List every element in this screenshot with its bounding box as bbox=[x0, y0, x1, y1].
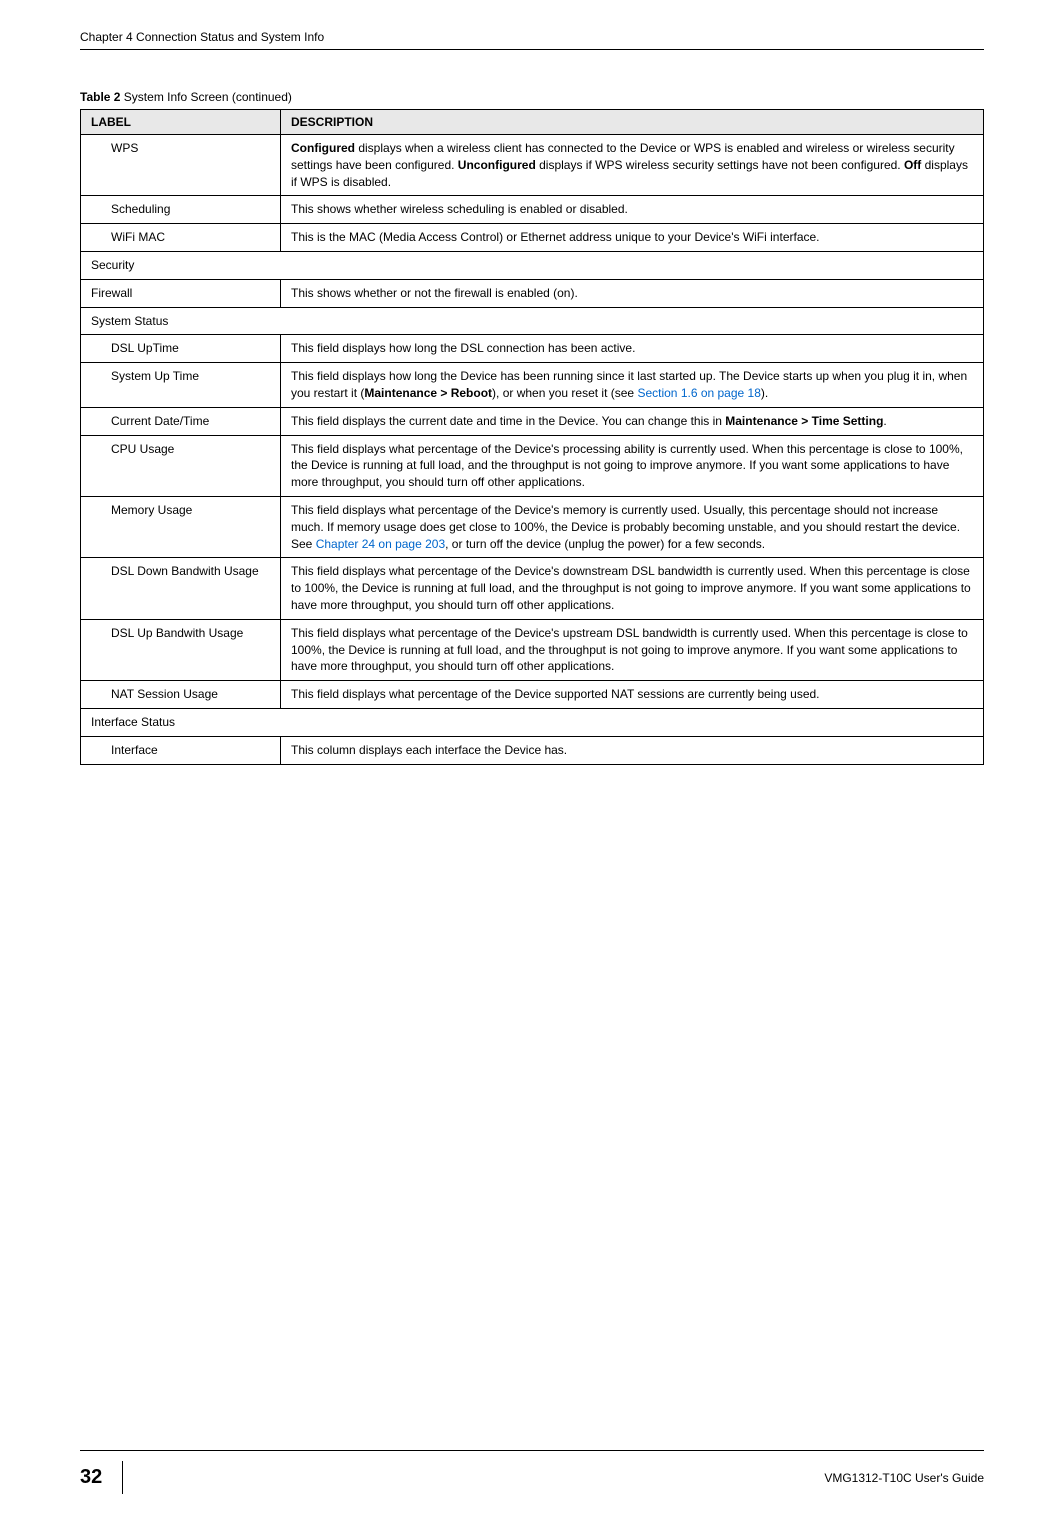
table-row: System Up TimeThis field displays how lo… bbox=[81, 363, 984, 408]
header-description: DESCRIPTION bbox=[281, 110, 984, 135]
row-label: CPU Usage bbox=[81, 435, 281, 496]
header-label: LABEL bbox=[81, 110, 281, 135]
system-info-table: LABEL DESCRIPTION WPSConfigured displays… bbox=[80, 109, 984, 765]
row-label: WPS bbox=[81, 135, 281, 196]
row-label: DSL UpTime bbox=[81, 335, 281, 363]
row-label: Current Date/Time bbox=[81, 407, 281, 435]
row-label: Interface bbox=[81, 736, 281, 764]
table-row: DSL Up Bandwith UsageThis field displays… bbox=[81, 619, 984, 680]
row-description: This field displays what percentage of t… bbox=[281, 496, 984, 557]
footer-content: 32 VMG1312-T10C User's Guide bbox=[80, 1461, 984, 1494]
page-number: 32 bbox=[80, 1461, 123, 1494]
footer-divider bbox=[80, 1450, 984, 1451]
table-row: CPU UsageThis field displays what percen… bbox=[81, 435, 984, 496]
row-description: This field displays what percentage of t… bbox=[281, 681, 984, 709]
cross-reference-link[interactable]: Section 1.6 on page 18 bbox=[637, 386, 760, 400]
header-divider bbox=[80, 49, 984, 50]
row-description: This field displays the current date and… bbox=[281, 407, 984, 435]
main-content: Table 2 System Info Screen (continued) L… bbox=[0, 90, 1064, 765]
table-caption: Table 2 System Info Screen (continued) bbox=[80, 90, 984, 104]
cross-reference-link[interactable]: Chapter 24 on page 203 bbox=[316, 537, 445, 551]
table-row: Memory UsageThis field displays what per… bbox=[81, 496, 984, 557]
table-row: NAT Session UsageThis field displays wha… bbox=[81, 681, 984, 709]
row-description: This column displays each interface the … bbox=[281, 736, 984, 764]
row-label: DSL Up Bandwith Usage bbox=[81, 619, 281, 680]
row-description: This shows whether wireless scheduling i… bbox=[281, 196, 984, 224]
row-description: This is the MAC (Media Access Control) o… bbox=[281, 224, 984, 252]
section-label: Interface Status bbox=[81, 708, 984, 736]
table-row: Interface Status bbox=[81, 708, 984, 736]
row-description: This field displays how long the DSL con… bbox=[281, 335, 984, 363]
row-label: WiFi MAC bbox=[81, 224, 281, 252]
table-row: Security bbox=[81, 251, 984, 279]
row-description: This field displays how long the Device … bbox=[281, 363, 984, 408]
row-label: Memory Usage bbox=[81, 496, 281, 557]
row-label: System Up Time bbox=[81, 363, 281, 408]
table-caption-text: System Info Screen (continued) bbox=[120, 90, 291, 104]
guide-title: VMG1312-T10C User's Guide bbox=[824, 1471, 984, 1485]
table-row: InterfaceThis column displays each inter… bbox=[81, 736, 984, 764]
table-row: DSL Down Bandwith UsageThis field displa… bbox=[81, 558, 984, 619]
row-label: Firewall bbox=[81, 279, 281, 307]
table-caption-bold: Table 2 bbox=[80, 90, 120, 104]
row-label: NAT Session Usage bbox=[81, 681, 281, 709]
row-label: Scheduling bbox=[81, 196, 281, 224]
table-row: DSL UpTimeThis field displays how long t… bbox=[81, 335, 984, 363]
section-label: System Status bbox=[81, 307, 984, 335]
page-header: Chapter 4 Connection Status and System I… bbox=[0, 0, 1064, 90]
row-description: This field displays what percentage of t… bbox=[281, 435, 984, 496]
section-label: Security bbox=[81, 251, 984, 279]
row-description: Configured displays when a wireless clie… bbox=[281, 135, 984, 196]
row-description: This field displays what percentage of t… bbox=[281, 558, 984, 619]
table-row: FirewallThis shows whether or not the fi… bbox=[81, 279, 984, 307]
table-header-row: LABEL DESCRIPTION bbox=[81, 110, 984, 135]
row-label: DSL Down Bandwith Usage bbox=[81, 558, 281, 619]
page-footer: 32 VMG1312-T10C User's Guide bbox=[0, 1450, 1064, 1494]
table-row: SchedulingThis shows whether wireless sc… bbox=[81, 196, 984, 224]
table-row: WiFi MACThis is the MAC (Media Access Co… bbox=[81, 224, 984, 252]
table-row: Current Date/TimeThis field displays the… bbox=[81, 407, 984, 435]
table-row: System Status bbox=[81, 307, 984, 335]
chapter-title: Chapter 4 Connection Status and System I… bbox=[80, 30, 984, 44]
row-description: This field displays what percentage of t… bbox=[281, 619, 984, 680]
row-description: This shows whether or not the firewall i… bbox=[281, 279, 984, 307]
table-row: WPSConfigured displays when a wireless c… bbox=[81, 135, 984, 196]
